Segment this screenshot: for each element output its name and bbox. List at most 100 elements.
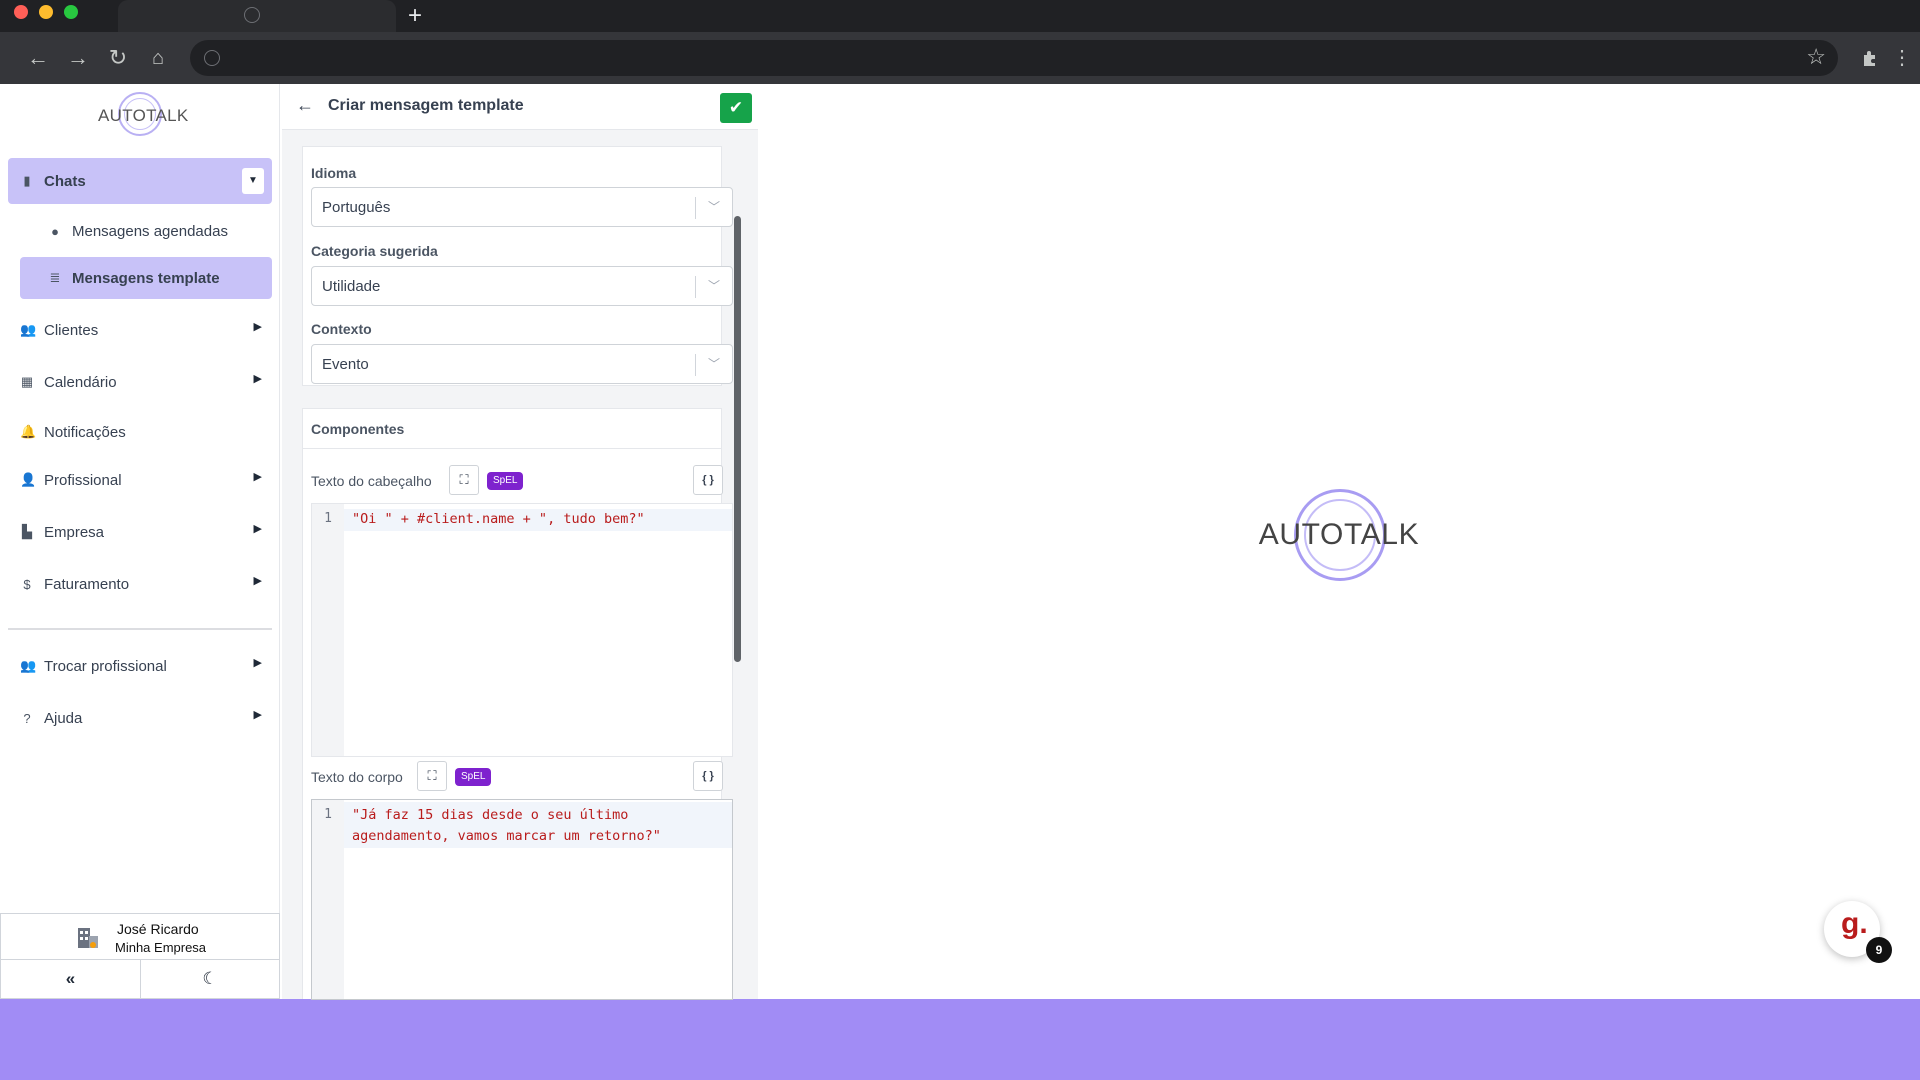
- sidebar-item-label: Chats: [44, 172, 86, 190]
- expand-icon[interactable]: ⛶: [417, 761, 447, 791]
- body-text-label: Texto do corpo: [311, 769, 403, 785]
- header-code-editor[interactable]: 1 "Oi " + #client.name + ", tudo bem?": [311, 503, 733, 757]
- language-select[interactable]: Português ﹀: [311, 187, 733, 227]
- list-icon: ≣: [49, 270, 61, 285]
- chevron-down-icon: ﹀: [707, 200, 720, 214]
- sidebar-item-label: Empresa: [44, 523, 105, 541]
- chat-widget-logo: g.: [1841, 907, 1868, 940]
- sidebar-item-scheduled-messages[interactable]: ● Mensagens agendadas: [20, 210, 272, 252]
- sidebar-item-help[interactable]: ? Ajuda ▶: [8, 696, 272, 740]
- bookmark-star-icon[interactable]: ☆: [1806, 44, 1826, 70]
- browser-menu-icon[interactable]: ⋮: [1888, 44, 1916, 72]
- chevron-right-icon: ▶: [253, 575, 262, 587]
- variables-braces-button[interactable]: { }: [693, 465, 723, 495]
- chevron-right-icon: ▶: [253, 321, 262, 333]
- chevron-right-icon: ▶: [253, 373, 262, 385]
- chevron-down-icon[interactable]: ▼: [242, 168, 264, 194]
- header-code-line: "Oi " + #client.name + ", tudo bem?": [352, 511, 645, 527]
- site-info-icon[interactable]: [204, 50, 220, 66]
- address-bar[interactable]: ☆: [190, 40, 1838, 76]
- sidebar-item-notifications[interactable]: 🔔 Notificações: [8, 410, 272, 454]
- new-tab-button[interactable]: +: [408, 2, 422, 30]
- body-code-line-wrap: agendamento, vamos marcar um retorno?": [352, 828, 661, 844]
- page-title: Criar mensagem template: [328, 97, 524, 114]
- components-title: Componentes: [311, 421, 405, 437]
- chevron-right-icon: ▶: [253, 523, 262, 535]
- user-name: José Ricardo: [117, 921, 199, 937]
- sidebar-item-template-messages[interactable]: ≣ Mensagens template: [20, 257, 272, 299]
- browser-titlebar: +: [0, 0, 1920, 32]
- template-editor-panel: ← Criar mensagem template ✔ Idioma Portu…: [282, 84, 758, 1000]
- category-select[interactable]: Utilidade ﹀: [311, 266, 733, 306]
- panel-scrollbar[interactable]: [734, 216, 741, 662]
- sidebar-item-switch-professional[interactable]: 👥 Trocar profissional ▶: [8, 644, 272, 688]
- bell-icon: 🔔: [20, 424, 37, 439]
- context-label: Contexto: [311, 321, 372, 337]
- extensions-icon[interactable]: [1856, 44, 1884, 72]
- browser-toolbar: ← → ↻ ⌂ ☆ ⋮: [0, 32, 1920, 84]
- notification-count-badge: 9: [1866, 937, 1892, 963]
- user-company: Minha Empresa: [115, 940, 207, 955]
- sidebar-item-billing[interactable]: $ Faturamento ▶: [8, 562, 272, 606]
- browser-tab[interactable]: [118, 0, 396, 32]
- sidebar-item-label: Calendário: [44, 373, 117, 391]
- close-window-button[interactable]: [14, 5, 28, 19]
- components-header: Componentes: [303, 409, 721, 449]
- sidebar-item-label: Notificações: [44, 423, 126, 441]
- spel-badge[interactable]: SpEL: [487, 472, 524, 490]
- sidebar-divider: [8, 628, 272, 630]
- back-arrow-icon[interactable]: ←: [296, 95, 314, 116]
- chevron-right-icon: ▶: [253, 709, 262, 721]
- calendar-icon: ▦: [20, 374, 34, 389]
- sidebar-item-label: Faturamento: [44, 575, 130, 593]
- current-user[interactable]: José Ricardo Minha Empresa: [1, 914, 279, 960]
- sidebar-item-label: Profissional: [44, 471, 122, 489]
- dark-mode-toggle[interactable]: ☾: [141, 960, 279, 998]
- user-cog-icon: 👤: [20, 472, 37, 487]
- context-select[interactable]: Evento ﹀: [311, 344, 733, 384]
- sidebar-item-professional[interactable]: 👤 Profissional ▶: [8, 458, 272, 502]
- clock-icon: ●: [51, 223, 59, 239]
- chevron-down-icon: ﹀: [707, 357, 720, 371]
- back-icon[interactable]: ←: [24, 44, 52, 72]
- autotalk-main-logo: AUTOTALK: [1258, 489, 1420, 599]
- autotalk-logo: AUTOTALK: [98, 92, 188, 140]
- company-building-icon: [78, 928, 98, 948]
- components-card: Componentes Texto do cabeçalho ⛶ SpEL { …: [302, 408, 733, 1000]
- sidebar-item-label: Mensagens template: [72, 269, 220, 287]
- category-label: Categoria sugerida: [311, 243, 438, 259]
- body-code-line: "Já faz 15 dias desde o seu último: [352, 807, 629, 823]
- save-button[interactable]: ✔: [720, 93, 752, 123]
- general-fields-card: Idioma Português ﹀ Categoria sugerida Ut…: [302, 146, 733, 386]
- forward-icon[interactable]: →: [64, 44, 92, 72]
- globe-icon: [244, 7, 260, 23]
- page: AUTOTALK ▮ Chats ▼ ● Mensagens agendadas…: [0, 84, 1920, 1000]
- building-icon: ▙: [22, 524, 32, 539]
- sidebar-item-label: Trocar profissional: [44, 657, 167, 675]
- sidebar-item-company[interactable]: ▙ Empresa ▶: [8, 510, 272, 554]
- chevron-right-icon: ▶: [253, 471, 262, 483]
- sidebar-item-chats[interactable]: ▮ Chats ▼: [8, 158, 272, 204]
- home-icon[interactable]: ⌂: [144, 44, 172, 72]
- collapse-sidebar-button[interactable]: «: [1, 960, 141, 998]
- chat-widget-button[interactable]: g. 9: [1824, 901, 1892, 963]
- question-icon: ?: [23, 710, 31, 726]
- spel-badge[interactable]: SpEL: [455, 768, 492, 786]
- sidebar-item-calendar[interactable]: ▦ Calendário ▶: [8, 360, 272, 404]
- expand-icon[interactable]: ⛶: [449, 465, 479, 495]
- users-switch-icon: 👥: [20, 658, 37, 673]
- user-panel: José Ricardo Minha Empresa « ☾: [0, 913, 280, 999]
- sidebar-item-clients[interactable]: 👥 Clientes ▶: [8, 308, 272, 352]
- minimize-window-button[interactable]: [39, 5, 53, 19]
- body-code-editor[interactable]: 1 "Já faz 15 dias desde o seu último age…: [311, 799, 733, 1000]
- variables-braces-button[interactable]: { }: [693, 761, 723, 791]
- maximize-window-button[interactable]: [64, 5, 78, 19]
- sidebar: AUTOTALK ▮ Chats ▼ ● Mensagens agendadas…: [0, 84, 280, 999]
- app-root: + ← → ↻ ⌂ ☆ ⋮ AUTOTALK ▮ Chats ▼ ● Mensa…: [0, 0, 1920, 1080]
- header-text-label: Texto do cabeçalho: [311, 473, 432, 489]
- sidebar-item-label: Ajuda: [44, 709, 83, 727]
- reload-icon[interactable]: ↻: [104, 44, 132, 72]
- sidebar-item-label: Mensagens agendadas: [72, 222, 228, 240]
- sidebar-item-label: Clientes: [44, 321, 99, 339]
- chat-icon: ▮: [23, 173, 31, 188]
